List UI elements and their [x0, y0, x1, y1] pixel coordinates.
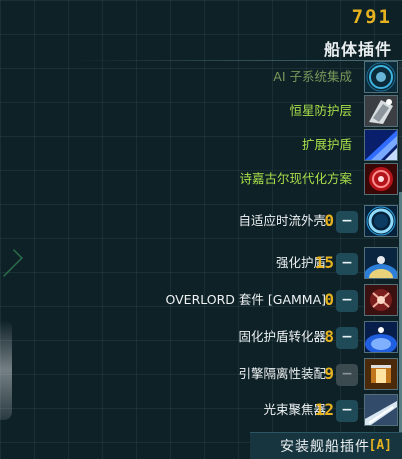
- plugin-name: OVERLORD 套件 [GAMMA]: [165, 292, 326, 307]
- ai-subsystem-icon: [364, 61, 398, 93]
- plugin-row[interactable]: 光束聚焦器 12−: [0, 393, 402, 427]
- plugin-name: 扩展护盾: [301, 137, 352, 152]
- plugin-name: 固化护盾转化器: [238, 329, 326, 344]
- beam-focuser-icon: [364, 394, 398, 426]
- plugin-quantity: 9: [324, 364, 334, 383]
- adaptive-timeflow-icon: [364, 205, 398, 237]
- reinforced-shield-icon: [364, 247, 398, 279]
- install-plugin-label: 安装舰船插件: [280, 439, 370, 455]
- plugin-name: 引擎隔离性装配: [238, 366, 326, 381]
- minus-button[interactable]: −: [336, 327, 358, 349]
- plugin-row[interactable]: 诗嘉古尔现代化方案: [0, 162, 402, 196]
- minus-button[interactable]: −: [336, 364, 358, 386]
- shield-converter-icon: [364, 321, 398, 353]
- extended-shield-icon: [364, 129, 398, 161]
- plugin-row[interactable]: 恒星防护层: [0, 94, 402, 128]
- plugin-row[interactable]: 强化护盾 15−: [0, 246, 402, 280]
- plugin-quantity: 15: [314, 253, 334, 272]
- plugin-name: 自适应时流外壳: [238, 213, 326, 228]
- minus-button[interactable]: −: [336, 290, 358, 312]
- modernization-icon: [364, 163, 398, 195]
- overlord-kit-icon: [364, 284, 398, 316]
- minus-button[interactable]: −: [336, 400, 358, 422]
- install-plugin-button[interactable]: 安装舰船插件 [A]: [250, 432, 402, 459]
- install-key-hint: [A]: [368, 438, 392, 453]
- plugin-quantity: 8: [324, 327, 334, 346]
- engine-isolation-icon: [364, 358, 398, 390]
- minus-button[interactable]: −: [336, 211, 358, 233]
- plugin-row[interactable]: OVERLORD 套件 [GAMMA] 0−: [0, 283, 402, 317]
- plugin-name: 恒星防护层: [289, 103, 352, 118]
- plugin-row[interactable]: 自适应时流外壳 0−: [0, 204, 402, 238]
- stellar-shield-icon: [364, 95, 398, 127]
- plugin-row[interactable]: AI 子系统集成: [0, 60, 402, 94]
- credit-counter: 791: [351, 6, 392, 28]
- panel-title: 船体插件: [323, 40, 392, 59]
- plugin-quantity: 0: [324, 290, 334, 309]
- plugin-row[interactable]: 引擎隔离性装配 9−: [0, 357, 402, 391]
- plugin-row[interactable]: 扩展护盾: [0, 128, 402, 162]
- plugin-row[interactable]: 固化护盾转化器 8−: [0, 320, 402, 354]
- plugin-quantity: 0: [324, 211, 334, 230]
- plugin-quantity: 12: [314, 400, 334, 419]
- plugin-name: AI 子系统集成: [273, 69, 352, 84]
- minus-button[interactable]: −: [336, 253, 358, 275]
- plugin-name: 诗嘉古尔现代化方案: [239, 171, 352, 186]
